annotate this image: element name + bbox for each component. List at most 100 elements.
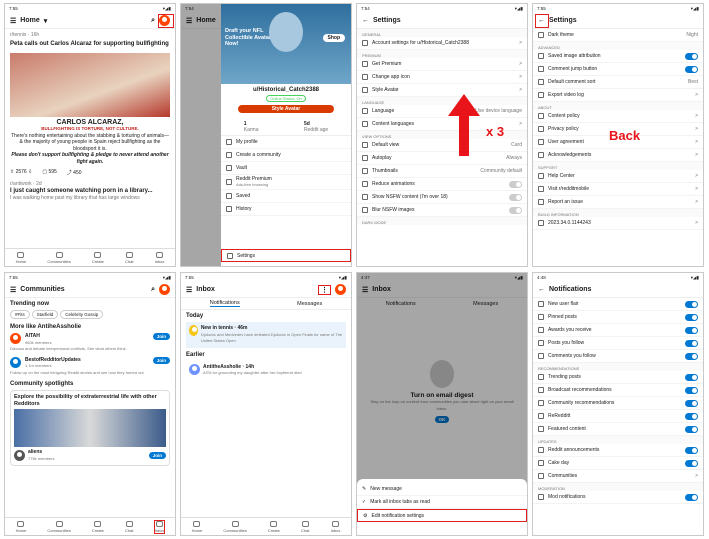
post-image[interactable] bbox=[10, 52, 170, 117]
notification-row[interactable]: New user flair bbox=[533, 298, 703, 311]
notification-row[interactable]: Reddit announcements bbox=[533, 444, 703, 457]
avatar[interactable] bbox=[159, 284, 170, 295]
upvote-button[interactable]: ⇧ 2576 ⇩ bbox=[10, 169, 32, 176]
nav-chat[interactable]: Chat bbox=[125, 251, 133, 264]
nav-home[interactable]: Home bbox=[16, 520, 26, 533]
notification-row[interactable]: Communities > bbox=[533, 470, 703, 483]
toggle-switch[interactable] bbox=[685, 52, 698, 60]
spotlight-card[interactable]: Explore the possibility of extraterrestr… bbox=[10, 390, 170, 466]
back-arrow-icon[interactable]: ← bbox=[538, 286, 545, 293]
nav-create[interactable]: Create bbox=[268, 520, 280, 533]
comments-button[interactable]: ▢ 595 bbox=[42, 169, 56, 176]
toggle-switch[interactable] bbox=[685, 339, 698, 347]
settings-row[interactable]: Dark theme Night bbox=[533, 29, 703, 42]
settings-row[interactable]: Visit r/redditmobile > bbox=[533, 183, 703, 196]
nav-home[interactable]: Home bbox=[192, 520, 202, 533]
join-button[interactable]: Join bbox=[152, 333, 170, 340]
toggle-switch[interactable] bbox=[685, 425, 698, 433]
notification-item[interactable]: New in tennis · 46m Djokovic and Medvedev… bbox=[186, 322, 346, 348]
notification-row[interactable]: Pinned posts bbox=[533, 311, 703, 324]
share-button[interactable]: ⤴ 450 bbox=[67, 169, 82, 176]
toggle-switch[interactable] bbox=[685, 459, 698, 467]
settings-row[interactable]: Content policy > bbox=[533, 110, 703, 123]
menu-premium[interactable]: Reddit Premium Ads-free browsing bbox=[221, 175, 351, 190]
notification-row[interactable]: Mod notifications bbox=[533, 491, 703, 504]
new-message-item[interactable]: ✎ New message bbox=[357, 483, 527, 496]
notification-row[interactable]: Posts you follow bbox=[533, 337, 703, 350]
username[interactable]: u/Historical_Catch2388 bbox=[224, 87, 348, 93]
settings-row[interactable]: Acknowledgements > bbox=[533, 149, 703, 162]
post-title[interactable]: Peta calls out Carlos Alcaraz for suppor… bbox=[10, 41, 170, 48]
menu-icon[interactable]: ☰ bbox=[10, 17, 16, 25]
join-button[interactable]: Join bbox=[152, 356, 170, 364]
trending-pill[interactable]: Celebrity Gossip bbox=[60, 310, 104, 319]
settings-row[interactable]: Report an issue > bbox=[533, 196, 703, 209]
settings-row[interactable]: Default view Card bbox=[357, 139, 527, 152]
menu-history[interactable]: History bbox=[221, 203, 351, 216]
notification-row[interactable]: Broadcast recommendations bbox=[533, 384, 703, 397]
reddit-age-stat[interactable]: 5d Reddit age bbox=[304, 121, 328, 133]
toggle-switch[interactable] bbox=[685, 446, 698, 454]
menu-icon[interactable]: ☰ bbox=[186, 286, 192, 294]
menu-settings[interactable]: Settings bbox=[221, 249, 351, 262]
nav-create[interactable]: Create bbox=[92, 251, 104, 264]
settings-row[interactable]: Change app icon > bbox=[357, 71, 527, 84]
chevron-down-icon[interactable]: ▾ bbox=[44, 17, 48, 25]
toggle-switch[interactable] bbox=[685, 65, 698, 73]
mark-read-item[interactable]: ✓ Mark all inbox tabs as read bbox=[357, 496, 527, 509]
settings-row[interactable]: Comment jump button bbox=[533, 63, 703, 76]
edit-notification-settings-item[interactable]: ⚙ Edit notification settings bbox=[357, 509, 527, 522]
notification-row[interactable]: Comments you follow bbox=[533, 350, 703, 363]
toggle-switch[interactable] bbox=[509, 180, 522, 188]
avatar[interactable] bbox=[335, 284, 346, 295]
nav-communities[interactable]: Communities bbox=[223, 520, 247, 533]
toggle-switch[interactable] bbox=[685, 493, 698, 501]
settings-row[interactable]: Thumbnails Community default bbox=[357, 165, 527, 178]
menu-create-community[interactable]: Create a community bbox=[221, 149, 351, 162]
menu-my-profile[interactable]: My profile bbox=[221, 136, 351, 149]
toggle-switch[interactable] bbox=[685, 412, 698, 420]
notification-row[interactable]: Featured content bbox=[533, 423, 703, 436]
toggle-switch[interactable] bbox=[685, 373, 698, 381]
toggle-switch[interactable] bbox=[509, 193, 522, 201]
nav-inbox[interactable]: Inbox bbox=[331, 520, 340, 533]
nav-chat[interactable]: Chat bbox=[301, 520, 309, 533]
toggle-switch[interactable] bbox=[685, 399, 698, 407]
nav-home[interactable]: Home bbox=[16, 251, 26, 264]
menu-saved[interactable]: Saved bbox=[221, 190, 351, 203]
online-status[interactable]: Online Status: On bbox=[266, 95, 306, 102]
settings-row[interactable]: Help Center > bbox=[533, 170, 703, 183]
post2-title[interactable]: I just caught someone watching porn in a… bbox=[10, 188, 170, 195]
post-subreddit[interactable]: r/tennis · 16h bbox=[10, 32, 170, 39]
trending-pill[interactable]: Starfield bbox=[31, 310, 59, 319]
search-icon[interactable]: ⌕ bbox=[151, 286, 155, 294]
nav-communities[interactable]: Communities bbox=[47, 520, 71, 533]
nav-create[interactable]: Create bbox=[92, 520, 104, 533]
toggle-switch[interactable] bbox=[685, 386, 698, 394]
settings-row[interactable]: Reduce animations bbox=[357, 178, 527, 191]
tab-messages[interactable]: Messages bbox=[297, 301, 322, 307]
notification-row[interactable]: ReRedditt bbox=[533, 410, 703, 423]
notification-row[interactable]: Awards you receive bbox=[533, 324, 703, 337]
settings-row[interactable]: Default comment sort Best bbox=[533, 76, 703, 89]
menu-vault[interactable]: Vault bbox=[221, 162, 351, 175]
settings-row[interactable]: Show NSFW content (I'm over 18) bbox=[357, 191, 527, 204]
nav-communities[interactable]: Communities bbox=[47, 251, 71, 264]
notification-row[interactable]: Trending posts bbox=[533, 371, 703, 384]
back-arrow-icon[interactable]: ← bbox=[362, 17, 369, 24]
menu-icon[interactable]: ☰ bbox=[10, 286, 16, 294]
nav-inbox[interactable]: Inbox bbox=[155, 251, 164, 264]
tab-notifications[interactable]: Notifications bbox=[209, 300, 240, 307]
settings-row[interactable]: Export video log > bbox=[533, 89, 703, 102]
settings-row[interactable]: Style Avatar > bbox=[357, 84, 527, 97]
settings-row[interactable]: Account settings for u/Historical_Catch2… bbox=[357, 37, 527, 50]
toggle-switch[interactable] bbox=[685, 352, 698, 360]
notification-row[interactable]: Cake day bbox=[533, 457, 703, 470]
more-options-icon[interactable]: ⋮ bbox=[318, 284, 331, 295]
trending-pill[interactable]: #Fits bbox=[10, 310, 30, 319]
settings-row[interactable]: Get Premium > bbox=[357, 58, 527, 71]
nav-inbox[interactable]: Inbox bbox=[153, 519, 166, 534]
style-avatar-button[interactable]: Style Avatar bbox=[238, 105, 334, 113]
settings-row[interactable]: Autoplay Always bbox=[357, 152, 527, 165]
toggle-switch[interactable] bbox=[685, 313, 698, 321]
